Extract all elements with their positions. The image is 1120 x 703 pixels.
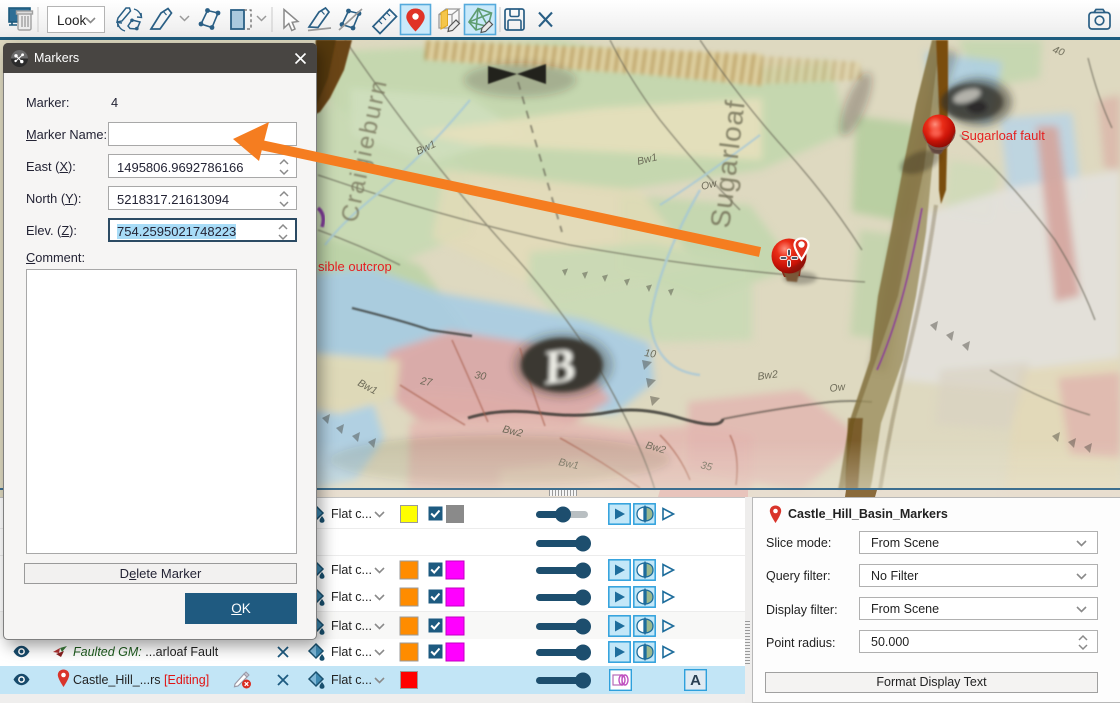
svg-text:A: A [690,672,701,689]
svg-text:Ow: Ow [829,381,848,395]
svg-text:sible outcrop: sible outcrop [318,259,392,274]
svg-text:Sugarloaf fault: Sugarloaf fault [961,128,1045,143]
svg-text:30: 30 [473,369,487,383]
svg-text:10: 10 [644,347,657,361]
